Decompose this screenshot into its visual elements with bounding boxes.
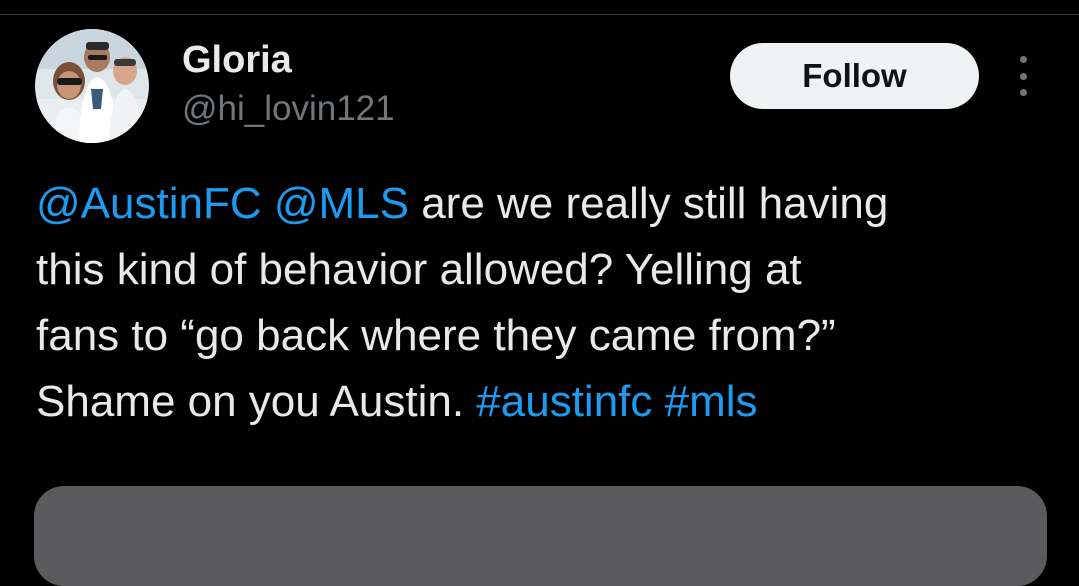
more-dot	[1019, 72, 1027, 80]
more-dot	[1019, 56, 1027, 63]
tweet-line: this kind of behavior allowed? Yelling a…	[36, 245, 802, 294]
tweet-text-segment: are we really still having	[408, 179, 889, 228]
follow-button[interactable]: Follow	[730, 43, 979, 109]
more-vertical-icon[interactable]	[1010, 56, 1036, 96]
tweet-line: fans to “go back where they came from?”	[36, 311, 836, 360]
tweet-line: @AustinFC @MLS are we really still havin…	[36, 171, 1056, 237]
mention-link[interactable]: @MLS	[274, 179, 409, 228]
hashtag-link[interactable]: #austinfc	[476, 377, 652, 426]
user-handle[interactable]: @hi_lovin121	[182, 88, 395, 130]
avatar[interactable]	[35, 29, 149, 143]
tweet-text-segment: Shame on you Austin.	[36, 377, 477, 426]
mention-link[interactable]: @AustinFC	[36, 179, 262, 228]
tweet-line: Shame on you Austin. #austinfc #mls	[36, 369, 1056, 435]
top-divider	[0, 14, 1079, 15]
tweet-text: @AustinFC @MLS are we really still havin…	[36, 171, 1056, 435]
profile-photo-icon	[35, 29, 149, 143]
more-dot	[1019, 89, 1027, 96]
media-attachment[interactable]	[34, 486, 1047, 586]
hashtag-link[interactable]: #mls	[665, 377, 758, 426]
display-name[interactable]: Gloria	[182, 38, 292, 82]
